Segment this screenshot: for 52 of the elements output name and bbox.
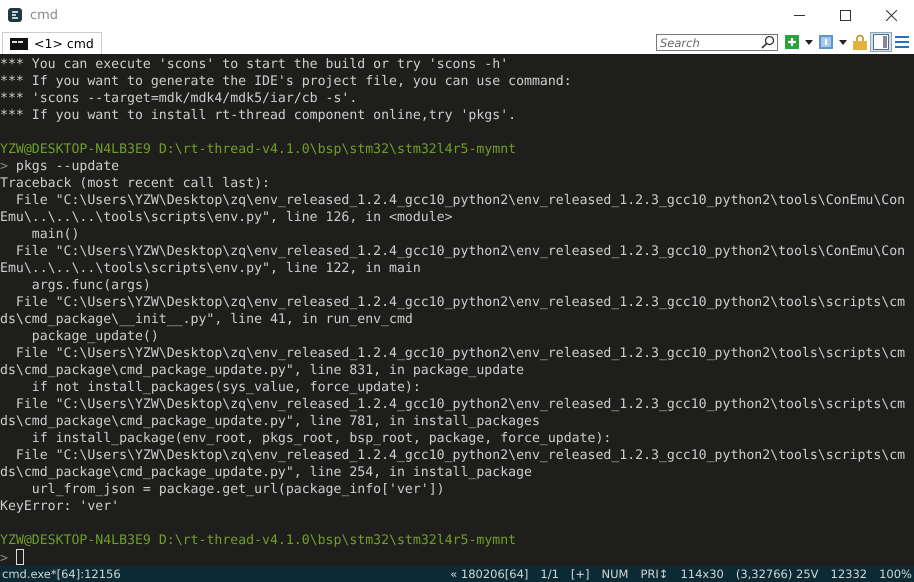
- close-icon[interactable]: [886, 10, 896, 20]
- terminal-icon: [8, 8, 22, 22]
- prompt-path: D:\rt-thread-v4.1.0\bsp\stm32\stm32l4r5-mymnt: [158, 142, 516, 157]
- console-tab[interactable]: <1> cmd: [2, 32, 102, 54]
- status-field: PRI↕: [640, 567, 668, 581]
- output-line: if install_package(env_root, pkgs_root, bsp_root, package, force_update):: [30, 431, 612, 446]
- output-line: Emu\..\..\..\tools\scripts\env.py", line 126, in <module>: [0, 210, 453, 225]
- status-field: 12332: [830, 567, 868, 581]
- output-line: *** 'scons --target=mdk/mdk4/mdk5/iar/cb -s'.: [0, 91, 358, 106]
- search-field[interactable]: Search: [656, 34, 778, 51]
- prompt-path: D:\rt-thread-v4.1.0\bsp\stm32\stm32l4r5-mymnt: [158, 533, 516, 548]
- console-icon: [10, 38, 28, 50]
- window-title: cmd: [30, 8, 58, 22]
- tab-label: <1> cmd: [34, 36, 94, 51]
- output-line: Emu\..\..\..\tools\scripts\env.py", line 122, in main: [0, 261, 421, 276]
- prompt-symbol: >: [0, 159, 8, 174]
- output-line: *** If you want to install rt-thread component online,try 'pkgs'.: [0, 108, 516, 123]
- output-line: if not install_packages(sys_value, force_update):: [30, 380, 421, 395]
- prompt-user: YZW@DESKTOP-N4LB3E9: [0, 142, 151, 157]
- process-label: cmd.exe*[64]:12156: [2, 567, 121, 581]
- command-text: pkgs --update: [16, 159, 120, 174]
- status-field: 114x30: [680, 567, 724, 581]
- output-line: ds\cmd_package\cmd_package_update.py", line 254, in install_package: [0, 465, 532, 480]
- output-line: package_update(): [30, 329, 159, 344]
- output-line: args.func(args): [30, 278, 151, 293]
- output-line: KeyError: 'ver': [0, 499, 120, 514]
- output-line: File "C:\Users\YZW\Desktop\zq\env_released_1.2.4_gcc10_python2\env_released_1.2.3_gcc10_python2\tools\scripts\cm: [14, 448, 906, 463]
- output-line: File "C:\Users\YZW\Desktop\zq\env_released_1.2.4_gcc10_python2\env_released_1.2.3_gcc10_python2\tools\ConEmu\Con: [14, 244, 906, 259]
- output-line: File "C:\Users\YZW\Desktop\zq\env_released_1.2.4_gcc10_python2\env_released_1.2.3_gcc10_python2\tools\scripts\cm: [14, 295, 906, 310]
- status-field: 100%: [879, 567, 912, 581]
- status-field: NUM: [602, 567, 628, 581]
- prompt-symbol: >: [0, 551, 8, 566]
- search-icon[interactable]: [761, 35, 775, 49]
- output-line: *** You can execute 'scons' to start the build or try 'scons -h': [0, 57, 508, 72]
- status-field: « 180206[64]: [450, 567, 528, 581]
- output-line: File "C:\Users\YZW\Desktop\zq\env_released_1.2.4_gcc10_python2\env_released_1.2.3_gcc10_python2\tools\scripts\cm: [14, 346, 906, 361]
- maximize-icon[interactable]: [840, 10, 850, 20]
- output-line: File "C:\Users\YZW\Desktop\zq\env_released_1.2.4_gcc10_python2\env_released_1.2.3_gcc10_python2\tools\ConEmu\Con: [14, 193, 906, 208]
- status-field: [+]: [570, 567, 590, 581]
- status-field: 1/1: [540, 567, 559, 581]
- output-line: main(): [30, 227, 80, 242]
- output-line: ds\cmd_package\cmd_package_update.py", line 781, in install_packages: [0, 414, 540, 429]
- output-line: File "C:\Users\YZW\Desktop\zq\env_released_1.2.4_gcc10_python2\env_released_1.2.3_gcc10_python2\tools\scripts\cm: [14, 397, 906, 412]
- prompt-user: YZW@DESKTOP-N4LB3E9: [0, 533, 151, 548]
- output-line: Traceback (most recent call last):: [0, 176, 270, 191]
- menu-icon[interactable]: [893, 33, 911, 51]
- split-view-icon[interactable]: [871, 33, 891, 51]
- output-line: ds\cmd_package\__init__.py", line 41, in run_env_cmd: [0, 312, 413, 327]
- output-line: ds\cmd_package\cmd_package_update.py", line 831, in package_update: [0, 363, 524, 378]
- output-line: *** If you want to generate the IDE's project file, you can use command:: [0, 74, 572, 89]
- output-line: url_from_json = package.get_url(package_info['ver']): [30, 482, 445, 497]
- status-field: (3,32766) 25V: [736, 567, 819, 581]
